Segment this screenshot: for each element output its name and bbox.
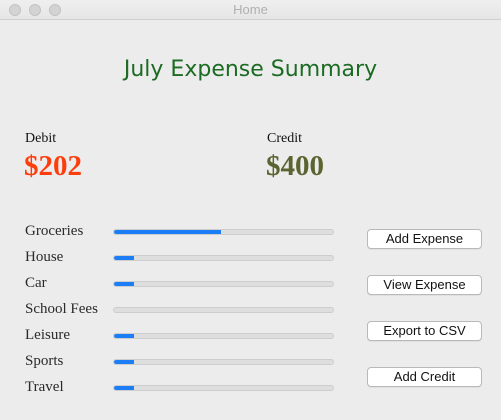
add-credit-button[interactable]: Add Credit bbox=[367, 367, 482, 387]
progress-car bbox=[113, 281, 334, 287]
category-label-groceries: Groceries bbox=[25, 223, 84, 239]
progress-groceries bbox=[113, 229, 334, 235]
progress-sports bbox=[113, 359, 334, 365]
progress-fill bbox=[114, 230, 222, 234]
add-expense-button[interactable]: Add Expense bbox=[367, 229, 482, 249]
category-label-travel: Travel bbox=[25, 379, 64, 395]
window-title: Home bbox=[233, 2, 268, 17]
export-csv-button[interactable]: Export to CSV bbox=[367, 321, 482, 341]
progress-fill bbox=[114, 334, 134, 338]
progress-fill bbox=[114, 360, 134, 364]
progress-school-fees bbox=[113, 307, 334, 313]
progress-fill bbox=[114, 386, 134, 390]
page-title: July Expense Summary bbox=[123, 57, 378, 82]
view-expense-button[interactable]: View Expense bbox=[367, 275, 482, 295]
debit-value: $202 bbox=[24, 150, 82, 182]
credit-value: $400 bbox=[266, 150, 324, 182]
progress-fill bbox=[114, 256, 134, 260]
category-label-car: Car bbox=[25, 275, 47, 291]
progress-leisure bbox=[113, 333, 334, 339]
category-label-sports: Sports bbox=[25, 353, 64, 369]
category-label-school-fees: School Fees bbox=[25, 301, 98, 317]
progress-travel bbox=[113, 385, 334, 391]
credit-label: Credit bbox=[267, 131, 302, 146]
progress-house bbox=[113, 255, 334, 261]
debit-label: Debit bbox=[25, 131, 57, 146]
category-label-house: House bbox=[25, 249, 64, 265]
category-label-leisure: Leisure bbox=[25, 327, 70, 343]
progress-fill bbox=[114, 282, 134, 286]
title-bar: Home bbox=[0, 0, 501, 20]
